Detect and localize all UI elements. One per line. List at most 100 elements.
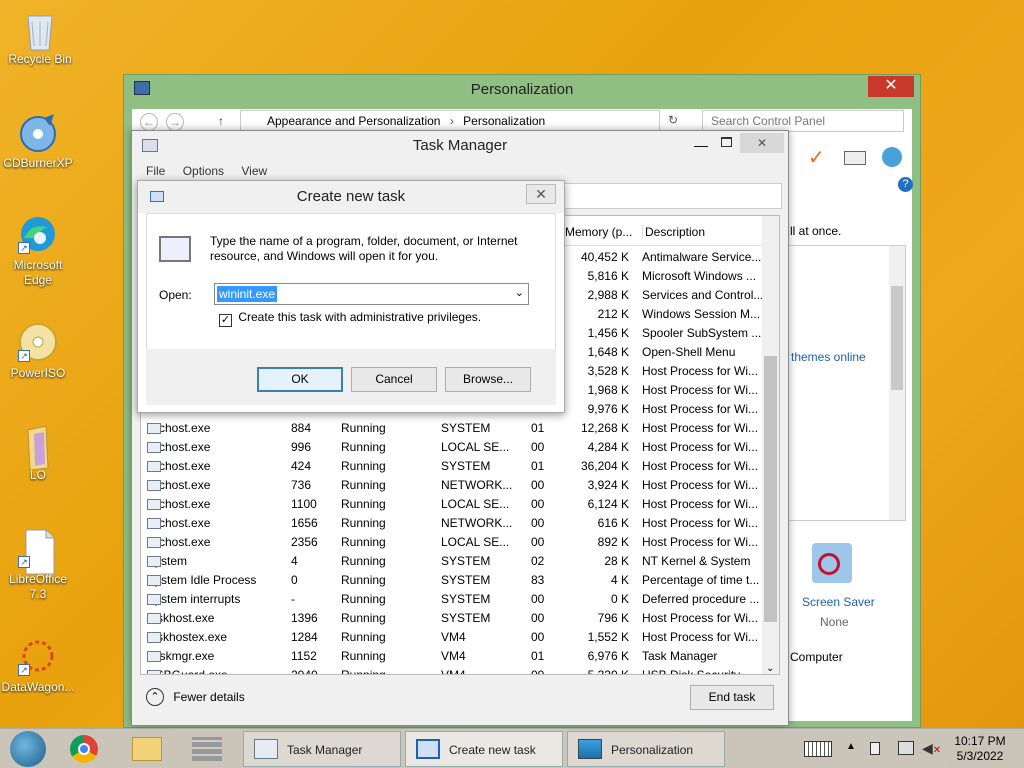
firewall-icon[interactable] [192,737,222,761]
breadcrumb-item[interactable]: Appearance and Personalization [267,114,440,128]
network-icon[interactable] [898,741,914,755]
cell-name: svchost.exe [147,516,283,530]
cell-memory: 28 K [604,554,629,568]
scroll-down-icon[interactable]: ⌄ [766,663,774,674]
minimize-button[interactable]: — [694,137,708,153]
table-row[interactable]: svchost.exe 1100 Running LOCAL SE... 00 6,124… [141,495,769,514]
menu-view[interactable]: View [241,164,267,178]
menu-file[interactable]: File [146,164,165,178]
cell-pid: 2356 [291,535,318,549]
taskbar-label: Task Manager [287,743,363,757]
desktop-icon-datawagon[interactable]: ↗ DataWagon... [0,636,76,694]
tray-expand-icon[interactable]: ▲ [846,741,856,752]
cell-name: svchost.exe [147,440,283,454]
admin-checkbox-row[interactable]: ✓ Create this task with administrative p… [219,310,481,327]
chrome-icon[interactable] [70,735,98,763]
desktop-icon-cdburnerxp[interactable]: CDBurnerXP [0,112,76,170]
maximize-button[interactable] [721,137,732,147]
clock[interactable]: 10:17 PM 5/3/2022 [950,734,1010,764]
desktop-icon-recycle-bin[interactable]: Recycle Bin [2,8,78,66]
libreoffice-icon: ↗ [18,528,58,575]
keyboard-icon[interactable] [804,741,832,757]
desktop-icon-label: Recycle Bin [8,52,72,66]
browse-button[interactable]: Browse... [445,367,531,392]
cell-memory: 616 K [597,516,629,530]
volume-muted-icon[interactable]: ◀✕ [922,740,941,757]
scrollbar-thumb[interactable] [764,356,777,622]
desktop-icon-lo[interactable]: LO [0,424,76,482]
search-input[interactable]: Search Control Panel [702,110,904,132]
table-row[interactable]: taskhost.exe 1396 Running SYSTEM 00 796 K Host… [141,609,769,628]
cell-user-name: SYSTEM [441,573,491,587]
create-new-task-dialog[interactable]: Create new task ✕ Type the name of a pro… [137,180,565,413]
table-row[interactable]: svchost.exe 996 Running LOCAL SE... 00 4,284 … [141,438,769,457]
taskbar-task-manager[interactable]: Task Manager [243,731,401,767]
process-icon [147,499,161,510]
table-row[interactable]: svchost.exe 1656 Running NETWORK... 00 616 KH… [141,514,769,533]
table-row[interactable]: taskhostex.exe 1284 Running VM4 00 1,552 K Hos… [141,628,769,647]
desktop-icon-label: CDBurnerXP [3,156,73,170]
screen-saver-link[interactable]: Screen Saver [802,595,875,609]
breadcrumb-item[interactable]: Personalization [463,114,545,128]
cell-memory: 6,124 K [587,497,629,511]
cell-pid: 996 [291,440,312,454]
cancel-button[interactable]: Cancel [351,367,437,392]
tray-app-icon[interactable] [870,742,880,755]
help-icon[interactable]: ? [898,177,913,192]
cell-pid: 1656 [291,516,318,530]
refresh-icon[interactable]: ↻ [668,113,678,127]
cell-memory: 0 K [610,592,629,606]
table-row[interactable]: svchost.exe 736 Running NETWORK... 00 3,924 K… [141,476,769,495]
screen-saver-icon[interactable] [812,543,852,583]
fewer-details-button[interactable]: ⌃ Fewer details [146,688,245,708]
desktop-icon-libreoffice[interactable]: ↗ LibreOffice 7.3 [0,528,76,602]
desktop-icon-poweriso[interactable]: ↗ PowerISO [0,322,76,380]
desktop-icon-label: DataWagon... [1,680,75,694]
ok-button[interactable]: OK [257,367,343,392]
cell-user-name: LOCAL SE... [441,440,510,454]
clock-time: 10:17 PM [954,734,1006,748]
cell-user-name: NETWORK... [441,478,513,492]
themes-online-link[interactable]: themes online [791,350,866,364]
table-row[interactable]: Taskmgr.exe 1152 Running VM4 01 6,976 K Task M… [141,647,769,666]
table-row[interactable]: svchost.exe 884 Running SYSTEM 01 12,268 K Hos… [141,419,769,438]
column-description[interactable]: Description [642,225,705,239]
taskbar-label: Personalization [611,743,694,757]
admin-checkbox[interactable]: ✓ [219,314,232,327]
close-button[interactable]: ✕ [740,133,784,153]
cell-name: System Idle Process [147,573,283,587]
start-button[interactable] [10,731,46,767]
table-row[interactable]: svchost.exe 424 Running SYSTEM 01 36,204 K Hos… [141,457,769,476]
table-row[interactable]: System interrupts - Running SYSTEM 00 0 K Defe… [141,590,769,609]
taskbar-personalization[interactable]: Personalization [567,731,725,767]
process-icon [147,670,161,674]
cell-status: Running [341,611,386,625]
open-combobox[interactable]: wininit.exe ⌄ [214,283,529,305]
up-icon[interactable]: ↑ [218,114,224,128]
theme-scrollbar[interactable] [889,246,905,520]
end-task-button[interactable]: End task [690,685,774,710]
taskbar: Task Manager Create new task Personaliza… [0,728,1024,768]
table-row[interactable]: USBGuard.exe 2040 Running VM4 00 5,320 K USB D… [141,666,769,674]
taskbar-create-new-task[interactable]: Create new task [405,731,563,767]
cell-memory: 4,284 K [587,440,629,454]
forward-icon[interactable]: → [166,113,184,131]
close-button[interactable]: ✕ [868,76,914,97]
table-row[interactable]: System Idle Process 0 Running SYSTEM 83 4 K Pe… [141,571,769,590]
cell-status: Running [341,421,386,435]
table-scrollbar[interactable]: ⌄ [762,216,779,674]
table-row[interactable]: System 4 Running SYSTEM 02 28 K NT Kernel & Sy… [141,552,769,571]
cell-status: Running [341,535,386,549]
cell-description: Host Process for Wi... [642,630,759,644]
back-icon[interactable]: ← [140,113,158,131]
file-explorer-icon[interactable] [132,737,162,761]
chevron-down-icon[interactable]: ⌄ [515,286,524,299]
table-row[interactable]: svchost.exe 2356 Running LOCAL SE... 00 892 K… [141,533,769,552]
open-input[interactable]: wininit.exe [217,286,278,302]
desktop-icon-edge[interactable]: ↗ Microsoft Edge [0,214,76,288]
cell-description: Open-Shell Menu [642,345,736,359]
cdburnerxp-icon [18,112,58,152]
dialog-close-button[interactable]: ✕ [526,184,556,204]
menu-options[interactable]: Options [183,164,224,178]
column-memory[interactable]: Memory (p... [565,225,632,239]
